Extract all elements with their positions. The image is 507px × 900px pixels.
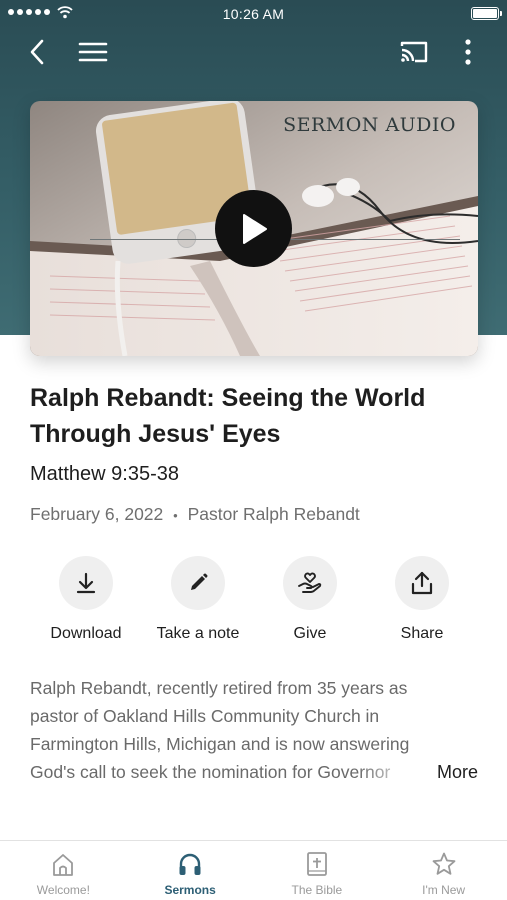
give-label: Give: [293, 625, 327, 642]
sermon-speaker: Pastor Ralph Rebandt: [187, 504, 360, 524]
sermon-meta: February 6, 2022 • Pastor Ralph Rebandt: [30, 504, 360, 525]
download-icon: [76, 572, 96, 594]
chevron-left-icon: [30, 39, 44, 65]
more-vertical-icon: [465, 39, 471, 65]
sermon-description: Ralph Rebandt, recently retired from 35 …: [30, 674, 480, 786]
take-note-label: Take a note: [156, 625, 240, 642]
sermon-date: February 6, 2022: [30, 504, 164, 524]
sermon-artwork: SERMON AUDIO: [30, 101, 478, 356]
tab-label: I'm New: [422, 883, 466, 897]
share-label: Share: [400, 625, 444, 642]
cast-button[interactable]: [398, 36, 430, 68]
star-icon: [432, 852, 456, 875]
give-hand-heart-icon: [298, 572, 322, 593]
status-bar: 10:26 AM: [0, 0, 507, 28]
more-options-button[interactable]: [452, 36, 484, 68]
description-line: pastor of Oakland Hills Community Church…: [30, 706, 380, 726]
tab-bar: Welcome! Sermons The Bible I'm New: [0, 840, 507, 900]
tab-im-new[interactable]: I'm New: [380, 841, 507, 900]
tab-label: The Bible: [291, 883, 343, 897]
give-circle[interactable]: [283, 556, 337, 610]
cast-icon: [400, 41, 428, 63]
tab-bible[interactable]: The Bible: [254, 841, 381, 900]
pencil-icon: [191, 573, 208, 590]
tab-label: Welcome!: [36, 883, 90, 897]
description-fade: [358, 758, 428, 786]
download-label: Download: [50, 625, 122, 642]
share-button[interactable]: Share: [366, 556, 478, 643]
hamburger-menu-icon: [78, 42, 108, 62]
bible-icon: [306, 852, 327, 876]
take-note-circle[interactable]: [171, 556, 225, 610]
sermon-scripture: Matthew 9:35-38: [30, 463, 179, 485]
download-circle[interactable]: [59, 556, 113, 610]
tab-label: Sermons: [164, 883, 216, 897]
download-button[interactable]: Download: [30, 556, 142, 643]
tab-welcome[interactable]: Welcome!: [0, 841, 127, 900]
menu-button[interactable]: [77, 36, 109, 68]
description-line: Farmington Hills, Michigan and is now an…: [30, 734, 410, 754]
description-line: Ralph Rebandt, recently retired from 35 …: [30, 678, 408, 698]
share-icon: [411, 571, 433, 595]
description-last-line: God's call to seek the nomination for Go…: [30, 758, 480, 786]
artwork-label: SERMON AUDIO: [283, 114, 456, 136]
share-circle[interactable]: [395, 556, 449, 610]
status-time: 10:26 AM: [222, 6, 285, 22]
church-icon: [53, 854, 74, 876]
headphones-icon: [179, 853, 201, 875]
meta-separator: •: [173, 508, 178, 523]
take-note-button[interactable]: Take a note: [142, 556, 254, 643]
battery-icon: [471, 7, 502, 20]
play-icon: [242, 213, 267, 244]
back-button[interactable]: [22, 36, 54, 68]
action-row: Download Take a note Give Share: [30, 556, 478, 643]
give-button[interactable]: Give: [254, 556, 366, 643]
play-button[interactable]: [215, 190, 292, 267]
sermon-title: Ralph Rebandt: Seeing the World Through …: [30, 384, 426, 448]
more-link[interactable]: More: [432, 758, 478, 786]
tab-sermons[interactable]: Sermons: [127, 841, 254, 900]
